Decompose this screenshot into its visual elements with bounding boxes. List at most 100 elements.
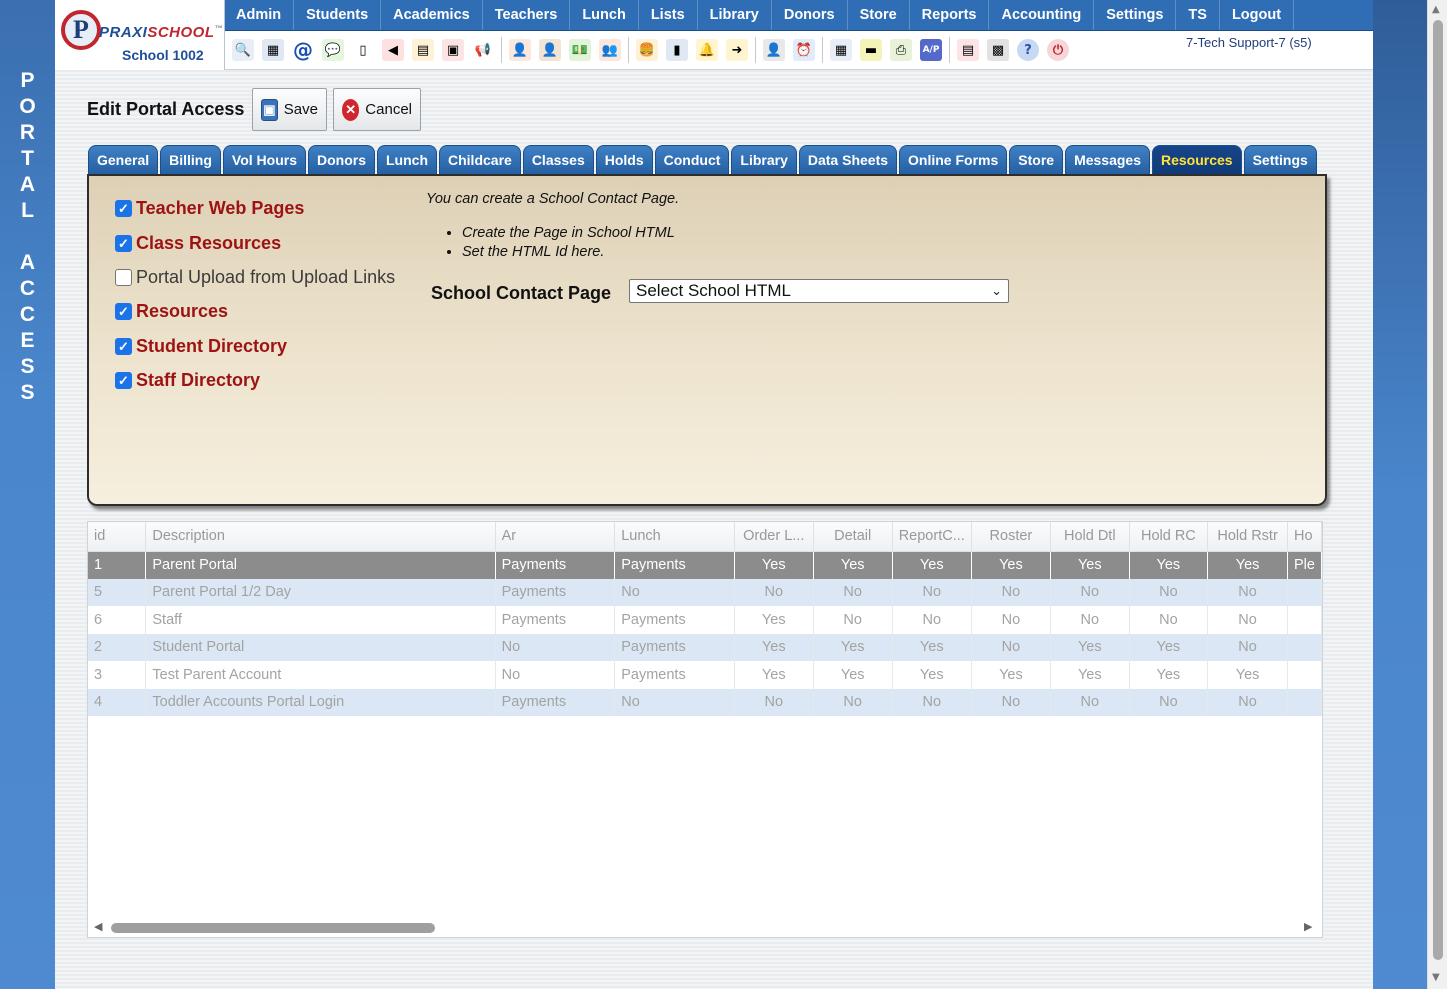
- add-student-icon[interactable]: 👤: [509, 39, 531, 61]
- tab-library[interactable]: Library: [731, 145, 797, 174]
- table-row[interactable]: 5 Parent Portal 1/2 Day Payments No No No No No…: [88, 578, 1322, 606]
- menu-teachers[interactable]: Teachers: [483, 0, 571, 30]
- option-checkbox[interactable]: ✓: [115, 235, 132, 252]
- column-header[interactable]: Roster: [971, 522, 1052, 552]
- praxischool-logo[interactable]: P PRAXISCHOOL™ School 1002: [55, 0, 225, 70]
- mobile-phone-icon[interactable]: ▯: [352, 39, 374, 61]
- accounts-payable-icon[interactable]: A/P: [920, 39, 942, 61]
- cash-register-icon[interactable]: ▩: [987, 39, 1009, 61]
- column-header[interactable]: Lunch: [614, 522, 735, 552]
- column-header[interactable]: Ho: [1287, 522, 1322, 552]
- menu-academics[interactable]: Academics: [381, 0, 483, 30]
- option-portal-upload-from-upload-links[interactable]: Portal Upload from Upload Links: [115, 267, 395, 288]
- column-header[interactable]: ReportC...: [892, 522, 972, 552]
- tab-data-sheets[interactable]: Data Sheets: [798, 145, 898, 174]
- tab-resources[interactable]: Resources: [1152, 145, 1242, 174]
- menu-admin[interactable]: Admin: [225, 0, 295, 30]
- tab-general[interactable]: General: [88, 145, 159, 174]
- table-row[interactable]: 4 Toddler Accounts Portal Login Payments No…: [88, 688, 1322, 716]
- column-header[interactable]: Hold Rstr: [1207, 522, 1288, 552]
- menu-ts[interactable]: TS: [1176, 0, 1220, 30]
- menu-lists[interactable]: Lists: [639, 0, 698, 30]
- tab-settings[interactable]: Settings: [1243, 145, 1317, 174]
- email-icon[interactable]: @: [292, 39, 314, 61]
- teacher-icon[interactable]: 👤: [763, 39, 785, 61]
- megaphone-icon[interactable]: 📢: [472, 39, 494, 61]
- page-vertical-scrollbar[interactable]: ▲ ▼: [1427, 0, 1447, 989]
- calendar-grid-icon[interactable]: ▦: [262, 39, 284, 61]
- table-row[interactable]: 3 Test Parent Account No Payments Yes Yes Yes Y…: [88, 661, 1322, 689]
- id-card-icon[interactable]: ▬: [860, 39, 882, 61]
- column-header[interactable]: Hold Dtl: [1050, 522, 1130, 552]
- grades-icon[interactable]: ▤: [412, 39, 434, 61]
- option-teacher-web-pages[interactable]: ✓ Teacher Web Pages: [115, 198, 304, 219]
- tab-childcare[interactable]: Childcare: [439, 145, 521, 174]
- menu-lunch[interactable]: Lunch: [570, 0, 639, 30]
- vertical-scroll-thumb[interactable]: [1433, 20, 1443, 960]
- option-checkbox[interactable]: ✓: [115, 303, 132, 320]
- printer-icon[interactable]: ⎙: [890, 39, 912, 61]
- tab-messages[interactable]: Messages: [1065, 145, 1150, 174]
- column-header[interactable]: Hold RC: [1129, 522, 1209, 552]
- tab-conduct[interactable]: Conduct: [654, 145, 730, 174]
- option-resources[interactable]: ✓ Resources: [115, 301, 228, 322]
- tab-store[interactable]: Store: [1009, 145, 1064, 174]
- export-icon[interactable]: ➜: [726, 39, 748, 61]
- scroll-up-icon[interactable]: ▲: [1432, 4, 1440, 15]
- scroll-down-icon[interactable]: ▼: [1432, 972, 1440, 983]
- pdf-icon[interactable]: ▤: [957, 39, 979, 61]
- spreadsheet-icon[interactable]: ▦: [830, 39, 852, 61]
- option-staff-directory[interactable]: ✓ Staff Directory: [115, 370, 260, 391]
- notebook-icon[interactable]: ▮: [666, 39, 688, 61]
- column-header[interactable]: Description: [145, 522, 496, 552]
- table-cell: Payments: [495, 551, 616, 579]
- column-header[interactable]: Detail: [813, 522, 893, 552]
- tab-holds[interactable]: Holds: [595, 145, 653, 174]
- horizontal-scroll-thumb[interactable]: [111, 923, 435, 933]
- tab-billing[interactable]: Billing: [160, 145, 221, 174]
- save-button[interactable]: ▣ Save: [252, 88, 327, 131]
- search-icon[interactable]: 🔍: [232, 39, 254, 61]
- option-checkbox[interactable]: [115, 269, 132, 286]
- scroll-right-icon[interactable]: ▶: [1304, 920, 1312, 933]
- power-icon[interactable]: ⏻: [1047, 39, 1069, 61]
- speaker-icon[interactable]: ◀: [382, 39, 404, 61]
- school-contact-page-select[interactable]: Select School HTML ⌄: [629, 279, 1009, 303]
- menu-reports[interactable]: Reports: [910, 0, 990, 30]
- table-row[interactable]: 1 Parent Portal Payments Payments Yes Yes Yes Y…: [88, 551, 1322, 579]
- clock-icon[interactable]: ⏰: [793, 39, 815, 61]
- tab-classes[interactable]: Classes: [522, 145, 594, 174]
- menu-store[interactable]: Store: [848, 0, 910, 30]
- menu-logout[interactable]: Logout: [1220, 0, 1295, 30]
- option-class-resources[interactable]: ✓ Class Resources: [115, 233, 281, 254]
- parents-icon[interactable]: 👥: [599, 39, 621, 61]
- option-checkbox[interactable]: ✓: [115, 338, 132, 355]
- table-row[interactable]: 6 Staff Payments Payments Yes No No No No No No: [88, 606, 1322, 634]
- lunch-icon[interactable]: 🍔: [636, 39, 658, 61]
- bell-icon[interactable]: 🔔: [696, 39, 718, 61]
- money-icon[interactable]: 💵: [569, 39, 591, 61]
- chat-icon[interactable]: 💬: [322, 39, 344, 61]
- menu-accounting[interactable]: Accounting: [989, 0, 1095, 30]
- column-header[interactable]: Ar: [495, 522, 616, 552]
- option-student-directory[interactable]: ✓ Student Directory: [115, 336, 287, 357]
- cancel-button[interactable]: ✕ Cancel: [333, 88, 421, 131]
- menu-students[interactable]: Students: [294, 0, 382, 30]
- column-header[interactable]: Order L...: [734, 522, 814, 552]
- horizontal-scrollbar[interactable]: ◀ ▶: [88, 917, 1322, 937]
- calendar-icon[interactable]: ▣: [442, 39, 464, 61]
- menu-donors[interactable]: Donors: [772, 0, 848, 30]
- table-row[interactable]: 2 Student Portal No Payments Yes Yes Yes No Yes Y…: [88, 633, 1322, 661]
- student-icon[interactable]: 👤: [539, 39, 561, 61]
- option-checkbox[interactable]: ✓: [115, 200, 132, 217]
- scroll-left-icon[interactable]: ◀: [94, 920, 102, 933]
- menu-library[interactable]: Library: [698, 0, 772, 30]
- option-checkbox[interactable]: ✓: [115, 372, 132, 389]
- column-header[interactable]: id: [88, 522, 147, 552]
- tab-lunch[interactable]: Lunch: [377, 145, 437, 174]
- tab-donors[interactable]: Donors: [308, 145, 375, 174]
- menu-settings[interactable]: Settings: [1094, 0, 1177, 30]
- help-icon[interactable]: ?: [1017, 39, 1039, 61]
- tab-online-forms[interactable]: Online Forms: [899, 145, 1008, 174]
- tab-vol-hours[interactable]: Vol Hours: [222, 145, 306, 174]
